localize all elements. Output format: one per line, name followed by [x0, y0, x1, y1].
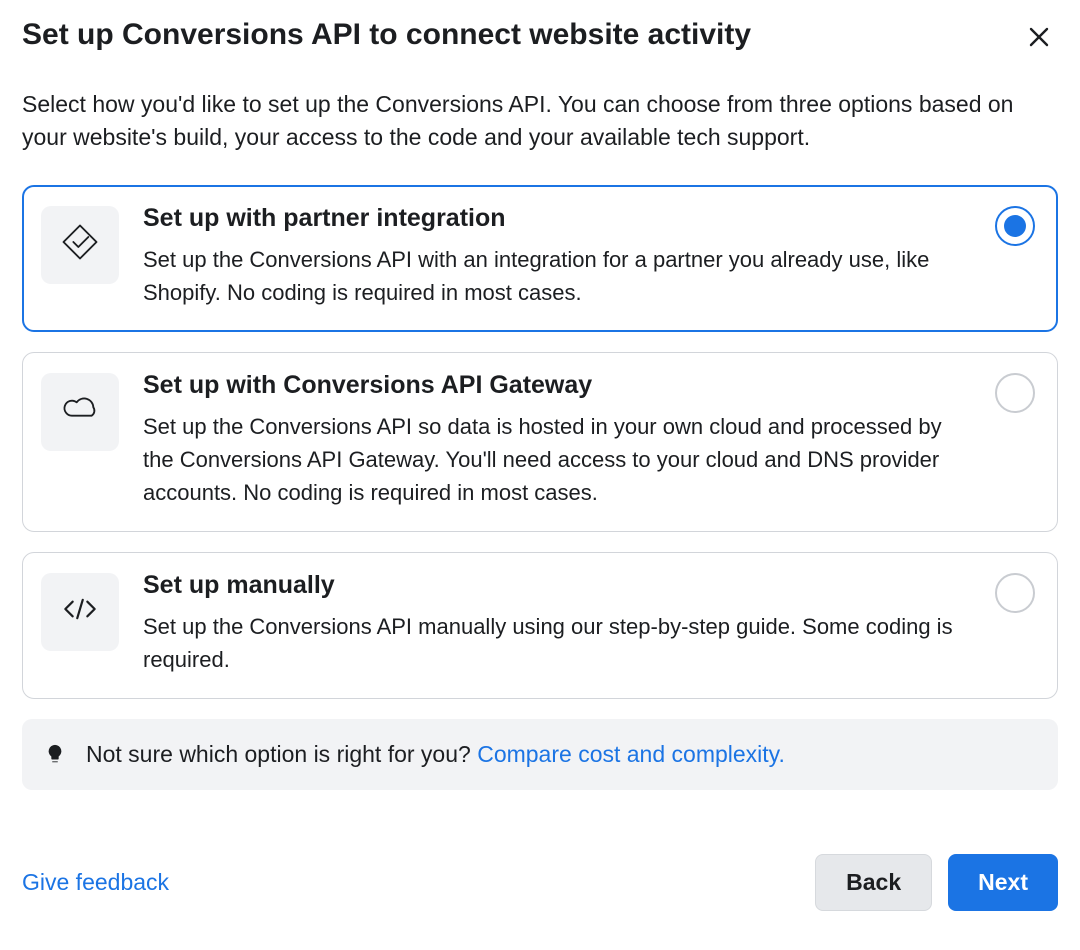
close-icon	[1027, 25, 1051, 54]
option-body: Set up the Conversions API manually usin…	[143, 610, 971, 676]
give-feedback-link[interactable]: Give feedback	[22, 869, 169, 896]
dialog-title: Set up Conversions API to connect websit…	[22, 18, 751, 52]
cloud-icon	[60, 389, 100, 434]
option-icon-box	[41, 206, 119, 284]
option-icon-box	[41, 373, 119, 451]
option-body: Set up the Conversions API so data is ho…	[143, 410, 971, 509]
back-button[interactable]: Back	[815, 854, 932, 911]
option-radio[interactable]	[995, 573, 1035, 613]
dialog-description: Select how you'd like to set up the Conv…	[22, 88, 1058, 155]
hint-text: Not sure which option is right for you? …	[86, 741, 785, 768]
option-api-gateway[interactable]: Set up with Conversions API Gateway Set …	[22, 352, 1058, 532]
option-body: Set up the Conversions API with an integ…	[143, 243, 971, 309]
handshake-icon	[60, 222, 100, 267]
next-button[interactable]: Next	[948, 854, 1058, 911]
option-title: Set up with Conversions API Gateway	[143, 371, 971, 400]
option-radio[interactable]	[995, 206, 1035, 246]
close-button[interactable]	[1020, 20, 1058, 58]
option-partner-integration[interactable]: Set up with partner integration Set up t…	[22, 185, 1058, 332]
hint-banner: Not sure which option is right for you? …	[22, 719, 1058, 790]
lightbulb-icon	[44, 743, 68, 765]
code-icon	[58, 587, 102, 636]
option-icon-box	[41, 573, 119, 651]
option-manual[interactable]: Set up manually Set up the Conversions A…	[22, 552, 1058, 699]
option-radio[interactable]	[995, 373, 1035, 413]
compare-link[interactable]: Compare cost and complexity.	[477, 741, 785, 767]
option-title: Set up with partner integration	[143, 204, 971, 233]
option-title: Set up manually	[143, 571, 971, 600]
